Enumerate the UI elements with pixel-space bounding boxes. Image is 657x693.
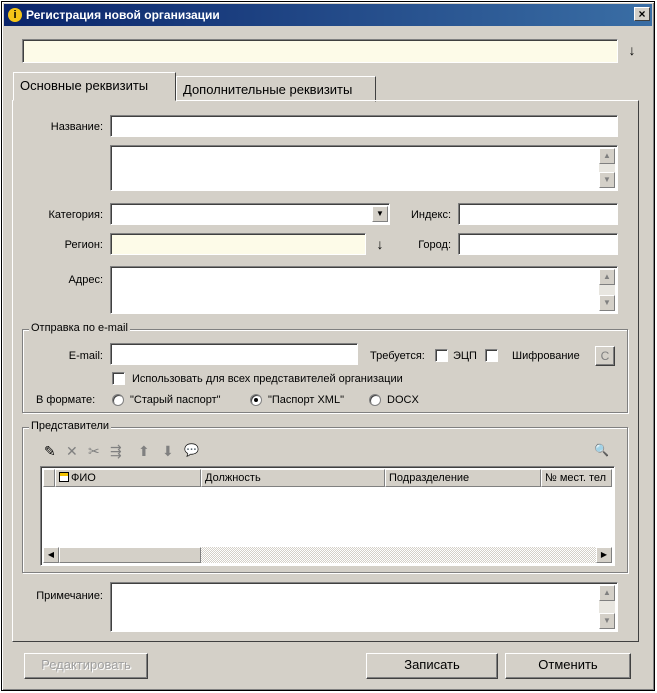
email-label: E-mail: — [68, 350, 103, 362]
format-option-label: "Паспорт XML" — [268, 394, 344, 406]
vertical-scrollbar[interactable]: ▲ ▼ — [599, 585, 615, 629]
row-selector-header — [43, 469, 55, 487]
pick-icon[interactable]: ↓ — [626, 42, 638, 58]
note-textarea[interactable]: ▲ ▼ — [110, 582, 618, 632]
name-input[interactable] — [110, 115, 618, 137]
name-label: Название: — [50, 121, 103, 133]
requires-label: Требуется: — [370, 350, 425, 362]
city-input[interactable] — [458, 233, 618, 255]
chevron-down-icon[interactable]: ▼ — [372, 206, 388, 222]
column-header-name[interactable]: ФИО — [55, 469, 201, 487]
close-button[interactable]: × — [634, 7, 650, 21]
note-label: Примечание: — [36, 590, 103, 602]
horizontal-scrollbar[interactable]: ◀ ▶ — [43, 547, 612, 563]
column-header-label: ФИО — [71, 472, 96, 484]
use-all-label: Использовать для всех представителей орг… — [132, 373, 403, 385]
city-label: Город: — [418, 239, 451, 251]
save-button[interactable]: Записать — [366, 653, 498, 679]
column-header-label: Подразделение — [389, 472, 470, 484]
use-all-checkbox[interactable] — [112, 372, 125, 385]
region-label: Регион: — [64, 239, 103, 251]
column-header-position[interactable]: Должность — [201, 469, 385, 487]
scroll-left-icon[interactable]: ◀ — [43, 547, 59, 563]
address-textarea[interactable]: ▲ ▼ — [110, 266, 618, 314]
vertical-scrollbar[interactable]: ▲ ▼ — [599, 148, 615, 188]
column-header-label: Должность — [205, 472, 261, 484]
category-label: Категория: — [48, 209, 103, 221]
format-label: В формате: — [36, 394, 96, 406]
grid-column-icon — [59, 472, 69, 482]
email-input[interactable] — [110, 343, 358, 365]
title-bar: i Регистрация новой организации × — [4, 4, 652, 26]
ecp-label: ЭЦП — [453, 350, 477, 362]
encrypt-label: Шифрование — [512, 350, 580, 362]
encrypt-checkbox[interactable] — [485, 349, 498, 362]
tab-label: Основные реквизиты — [20, 78, 149, 93]
vertical-scrollbar[interactable]: ▲ ▼ — [599, 269, 615, 311]
index-input[interactable] — [458, 203, 618, 225]
column-header-label: № мест. тел — [545, 472, 607, 484]
encrypt-cert-button[interactable]: C — [595, 346, 615, 366]
scroll-down-icon[interactable]: ▼ — [599, 295, 615, 311]
column-header-phone[interactable]: № мест. тел — [541, 469, 612, 487]
address-label: Адрес: — [68, 274, 103, 286]
move-down-icon[interactable]: ⬇ — [162, 443, 174, 460]
move-up-icon[interactable]: ⬆ — [138, 443, 150, 460]
tab-extra-details[interactable]: Дополнительные реквизиты — [176, 76, 376, 102]
scroll-thumb[interactable] — [59, 547, 201, 563]
tab-main-details[interactable]: Основные реквизиты — [13, 72, 176, 101]
format-option-label: DOCX — [387, 394, 419, 406]
scroll-down-icon[interactable]: ▼ — [599, 613, 615, 629]
ecp-checkbox[interactable] — [435, 349, 448, 362]
add-representative-icon[interactable]: ✎ — [44, 443, 56, 460]
representatives-legend: Представители — [29, 420, 112, 432]
scroll-up-icon[interactable]: ▲ — [599, 148, 615, 164]
cancel-button[interactable]: Отменить — [505, 653, 631, 679]
dialog-window: i Регистрация новой организации × ↓ Осно… — [1, 1, 655, 691]
column-header-department[interactable]: Подразделение — [385, 469, 541, 487]
region-pick-icon[interactable]: ↓ — [374, 236, 386, 252]
comment-icon[interactable]: 💬 — [184, 443, 199, 457]
region-input[interactable] — [110, 233, 366, 255]
full-name-textarea[interactable]: ▲ ▼ — [110, 145, 618, 191]
search-icon[interactable]: 🔍 — [594, 443, 609, 457]
edit-button[interactable]: Редактировать — [24, 653, 148, 679]
scroll-right-icon[interactable]: ▶ — [596, 547, 612, 563]
format-option-label: "Старый паспорт" — [130, 394, 221, 406]
scroll-down-icon[interactable]: ▼ — [599, 172, 615, 188]
format-radio-xml-passport[interactable] — [250, 394, 262, 406]
category-select[interactable]: ▼ — [110, 203, 390, 225]
info-icon: i — [8, 8, 22, 22]
scroll-up-icon[interactable]: ▲ — [599, 585, 615, 601]
format-radio-docx[interactable] — [369, 394, 381, 406]
tab-label: Дополнительные реквизиты — [183, 82, 353, 97]
format-radio-old-passport[interactable] — [112, 394, 124, 406]
window-title: Регистрация новой организации — [26, 8, 220, 22]
email-group-legend: Отправка по e-mail — [29, 322, 130, 334]
cut-icon[interactable]: ✂ — [88, 443, 100, 460]
scroll-up-icon[interactable]: ▲ — [599, 269, 615, 285]
representatives-table[interactable]: ФИО Должность Подразделение № мест. тел … — [40, 466, 615, 566]
organization-search-field[interactable] — [22, 39, 618, 63]
index-label: Индекс: — [410, 209, 451, 221]
delete-icon[interactable]: ✕ — [66, 443, 78, 460]
merge-icon[interactable]: ⇶ — [110, 443, 122, 460]
